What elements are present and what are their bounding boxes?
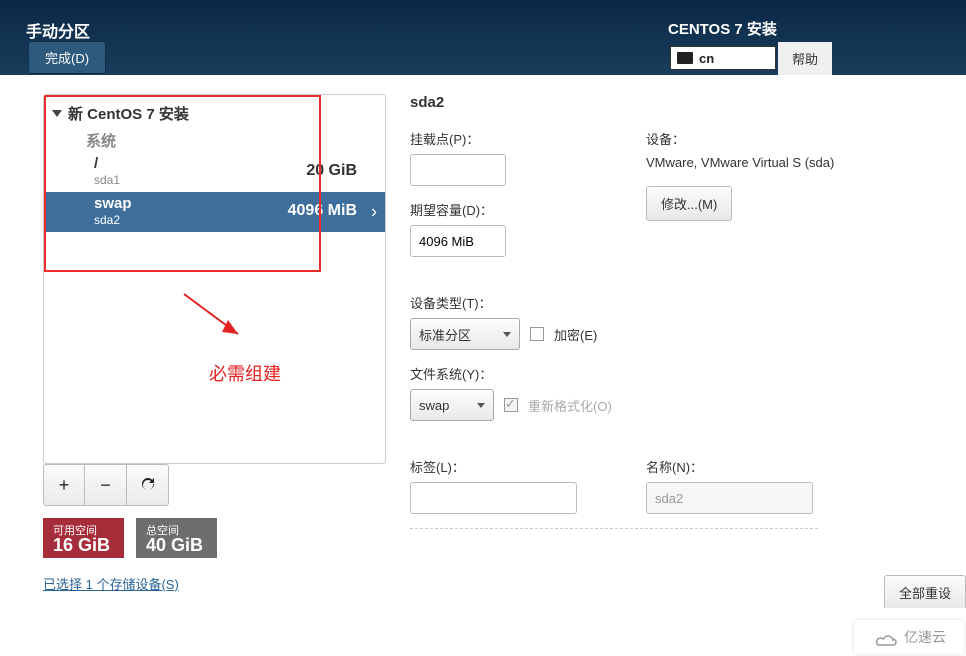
device-type-value: 标准分区 (419, 325, 471, 344)
partition-size: 20 GiB (306, 162, 357, 180)
filesystem-select[interactable]: swap (410, 389, 494, 421)
partition-mountpoint: / (94, 155, 120, 173)
free-space-value: 16 GiB (53, 538, 110, 552)
device-type-label: 设备类型(T)： (410, 293, 966, 312)
installer-title: CENTOS 7 安装 (668, 18, 777, 39)
partition-mountpoint: swap (94, 195, 132, 213)
partition-device: sda1 (94, 173, 120, 187)
device-text: VMware, VMware Virtual S (sda) (646, 154, 834, 172)
device-label: 设备： (646, 129, 834, 148)
chevron-down-icon (503, 332, 511, 337)
desired-capacity-input[interactable] (410, 225, 506, 257)
encrypt-label: 加密(E) (554, 325, 597, 344)
partition-action-bar: + − (43, 464, 386, 506)
partition-row-swap[interactable]: swap sda2 4096 MiB › (44, 192, 385, 232)
annotation-arrow (180, 290, 250, 350)
add-partition-button[interactable]: + (43, 464, 85, 506)
device-type-select[interactable]: 标准分区 (410, 318, 520, 350)
header: 手动分区 完成(D) CENTOS 7 安装 cn 帮助 (0, 0, 966, 75)
partition-tree-panel: 新 CentOS 7 安装 系统 / sda1 20 GiB swap sda2… (20, 75, 386, 610)
free-space-box: 可用空间 16 GiB (43, 518, 124, 558)
cloud-icon (872, 627, 900, 647)
name-label: 名称(N)： (646, 457, 813, 476)
install-heading: 新 CentOS 7 安装 (68, 103, 189, 124)
category-system: 系统 (44, 124, 385, 152)
separator (410, 528, 818, 529)
filesystem-label: 文件系统(Y)： (410, 364, 966, 383)
reload-icon (140, 477, 156, 493)
partition-tree: 新 CentOS 7 安装 系统 / sda1 20 GiB swap sda2… (43, 94, 386, 464)
reload-button[interactable] (127, 464, 169, 506)
selected-devices-link[interactable]: 已选择 1 个存储设备(S) (43, 574, 386, 593)
filesystem-value: swap (419, 398, 449, 413)
desired-capacity-label: 期望容量(D)： (410, 200, 646, 219)
remove-partition-button[interactable]: − (85, 464, 127, 506)
encrypt-checkbox[interactable] (530, 327, 544, 341)
reset-all-button[interactable]: 全部重设 (884, 575, 966, 610)
done-button[interactable]: 完成(D) (28, 41, 106, 74)
keyboard-indicator[interactable]: cn (670, 46, 776, 70)
partition-details-panel: sda2 挂载点(P)： 期望容量(D)： 设备： VMware, VMware… (386, 75, 966, 610)
chevron-right-icon: › (371, 202, 377, 223)
keyboard-layout-text: cn (699, 51, 714, 66)
partition-device: sda2 (94, 213, 132, 227)
label-label: 标签(L)： (410, 457, 646, 476)
partition-detail-title: sda2 (410, 94, 966, 111)
partition-size: 4096 MiB (288, 202, 357, 220)
mountpoint-input[interactable] (410, 154, 506, 186)
chevron-down-icon (52, 110, 62, 117)
chevron-down-icon (477, 403, 485, 408)
help-button[interactable]: 帮助 (778, 42, 832, 75)
watermark: 亿速云 (854, 620, 964, 654)
install-heading-row[interactable]: 新 CentOS 7 安装 (44, 95, 385, 124)
annotation-text: 必需组建 (209, 360, 281, 386)
modify-device-button[interactable]: 修改...(M) (646, 186, 732, 221)
total-space-value: 40 GiB (146, 538, 203, 552)
mountpoint-label: 挂载点(P)： (410, 129, 646, 148)
total-space-box: 总空间 40 GiB (136, 518, 217, 558)
reformat-label: 重新格式化(O) (528, 396, 612, 415)
keyboard-icon (677, 52, 693, 64)
name-input (646, 482, 813, 514)
page-title: 手动分区 (26, 18, 90, 42)
label-input[interactable] (410, 482, 577, 514)
partition-row-root[interactable]: / sda1 20 GiB (44, 152, 385, 192)
reformat-checkbox (504, 398, 518, 412)
